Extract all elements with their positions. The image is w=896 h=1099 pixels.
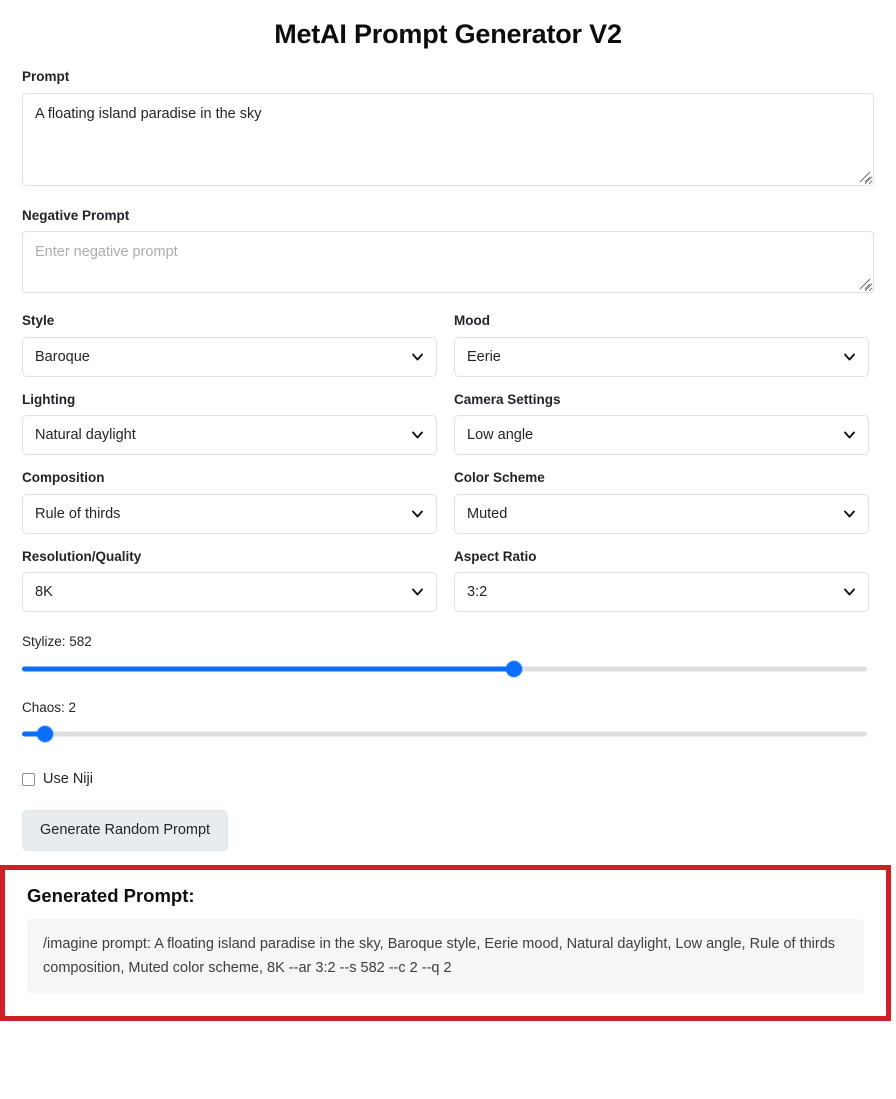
select-resolution-quality-value: 8K <box>35 584 53 600</box>
stylize-slider-thumb[interactable] <box>506 661 522 677</box>
field-resolution-quality: Resolution/Quality 8K <box>22 548 437 613</box>
chaos-slider-thumb[interactable] <box>37 726 53 742</box>
select-mood-value: Eerie <box>467 349 501 365</box>
select-color-scheme[interactable]: Muted <box>454 494 869 534</box>
color-scheme-label: Color Scheme <box>454 469 869 487</box>
generated-prompt-highlight: Generated Prompt: /imagine prompt: A flo… <box>0 865 891 1021</box>
use-niji-label[interactable]: Use Niji <box>43 770 93 789</box>
resolution-quality-label: Resolution/Quality <box>22 548 437 566</box>
aspect-ratio-select-wrap: 3:2 <box>454 572 869 612</box>
camera-settings-select-wrap: Low angle <box>454 415 869 455</box>
select-row-4: Resolution/Quality 8K Aspect Ratio 3:2 <box>22 548 874 613</box>
select-lighting-value: Natural daylight <box>35 427 136 443</box>
field-mood: Mood Eerie <box>454 312 869 377</box>
field-aspect-ratio: Aspect Ratio 3:2 <box>454 548 869 613</box>
field-camera-settings: Camera Settings Low angle <box>454 391 869 456</box>
select-resolution-quality[interactable]: 8K <box>22 572 437 612</box>
resolution-select-wrap: 8K <box>22 572 437 612</box>
app-root: MetAI Prompt Generator V2 Prompt Negativ… <box>0 0 896 1021</box>
stylize-slider[interactable] <box>22 660 867 678</box>
lighting-label: Lighting <box>22 391 437 409</box>
prompt-label: Prompt <box>22 68 874 86</box>
stylize-slider-label: Stylize: 582 <box>22 633 874 651</box>
form-content: Prompt Negative Prompt <box>0 68 896 851</box>
stylize-slider-block: Stylize: 582 <box>22 633 874 678</box>
select-row-1: Style Baroque Mood Eerie <box>22 312 874 377</box>
generated-prompt-text[interactable]: /imagine prompt: A floating island parad… <box>27 919 864 994</box>
select-composition[interactable]: Rule of thirds <box>22 494 437 534</box>
negative-prompt-textarea-wrap <box>22 231 874 293</box>
field-lighting: Lighting Natural daylight <box>22 391 437 456</box>
camera-settings-label: Camera Settings <box>454 391 869 409</box>
select-camera-settings[interactable]: Low angle <box>454 415 869 455</box>
generate-random-prompt-button[interactable]: Generate Random Prompt <box>22 810 228 851</box>
select-mood[interactable]: Eerie <box>454 337 869 377</box>
field-composition: Composition Rule of thirds <box>22 469 437 534</box>
composition-label: Composition <box>22 469 437 487</box>
negative-prompt-input[interactable] <box>22 231 874 293</box>
mood-select-wrap: Eerie <box>454 337 869 377</box>
select-aspect-ratio-value: 3:2 <box>467 584 487 600</box>
prompt-textarea-wrap <box>22 93 874 186</box>
select-style[interactable]: Baroque <box>22 337 437 377</box>
stylize-slider-fill <box>22 666 514 671</box>
style-select-wrap: Baroque <box>22 337 437 377</box>
select-aspect-ratio[interactable]: 3:2 <box>454 572 869 612</box>
use-niji-checkbox[interactable] <box>22 773 35 786</box>
select-style-value: Baroque <box>35 349 90 365</box>
chaos-slider-block: Chaos: 2 <box>22 699 874 744</box>
field-color-scheme: Color Scheme Muted <box>454 469 869 534</box>
select-row-2: Lighting Natural daylight Camera Setting… <box>22 391 874 456</box>
chaos-slider[interactable] <box>22 725 867 743</box>
select-row-3: Composition Rule of thirds Color Scheme … <box>22 469 874 534</box>
chaos-slider-track <box>22 732 867 737</box>
composition-select-wrap: Rule of thirds <box>22 494 437 534</box>
page-title: MetAI Prompt Generator V2 <box>0 0 896 52</box>
prompt-input[interactable] <box>22 93 874 186</box>
mood-label: Mood <box>454 312 869 330</box>
use-niji-row: Use Niji <box>22 770 874 789</box>
field-style: Style Baroque <box>22 312 437 377</box>
select-color-scheme-value: Muted <box>467 506 507 522</box>
negative-prompt-field-block: Negative Prompt <box>22 207 874 299</box>
generated-prompt-title: Generated Prompt: <box>27 884 864 908</box>
color-scheme-select-wrap: Muted <box>454 494 869 534</box>
prompt-field-block: Prompt <box>22 68 874 191</box>
select-camera-settings-value: Low angle <box>467 427 533 443</box>
chaos-slider-label: Chaos: 2 <box>22 699 874 717</box>
lighting-select-wrap: Natural daylight <box>22 415 437 455</box>
aspect-ratio-label: Aspect Ratio <box>454 548 869 566</box>
style-label: Style <box>22 312 437 330</box>
negative-prompt-label: Negative Prompt <box>22 207 874 225</box>
select-composition-value: Rule of thirds <box>35 506 120 522</box>
select-lighting[interactable]: Natural daylight <box>22 415 437 455</box>
